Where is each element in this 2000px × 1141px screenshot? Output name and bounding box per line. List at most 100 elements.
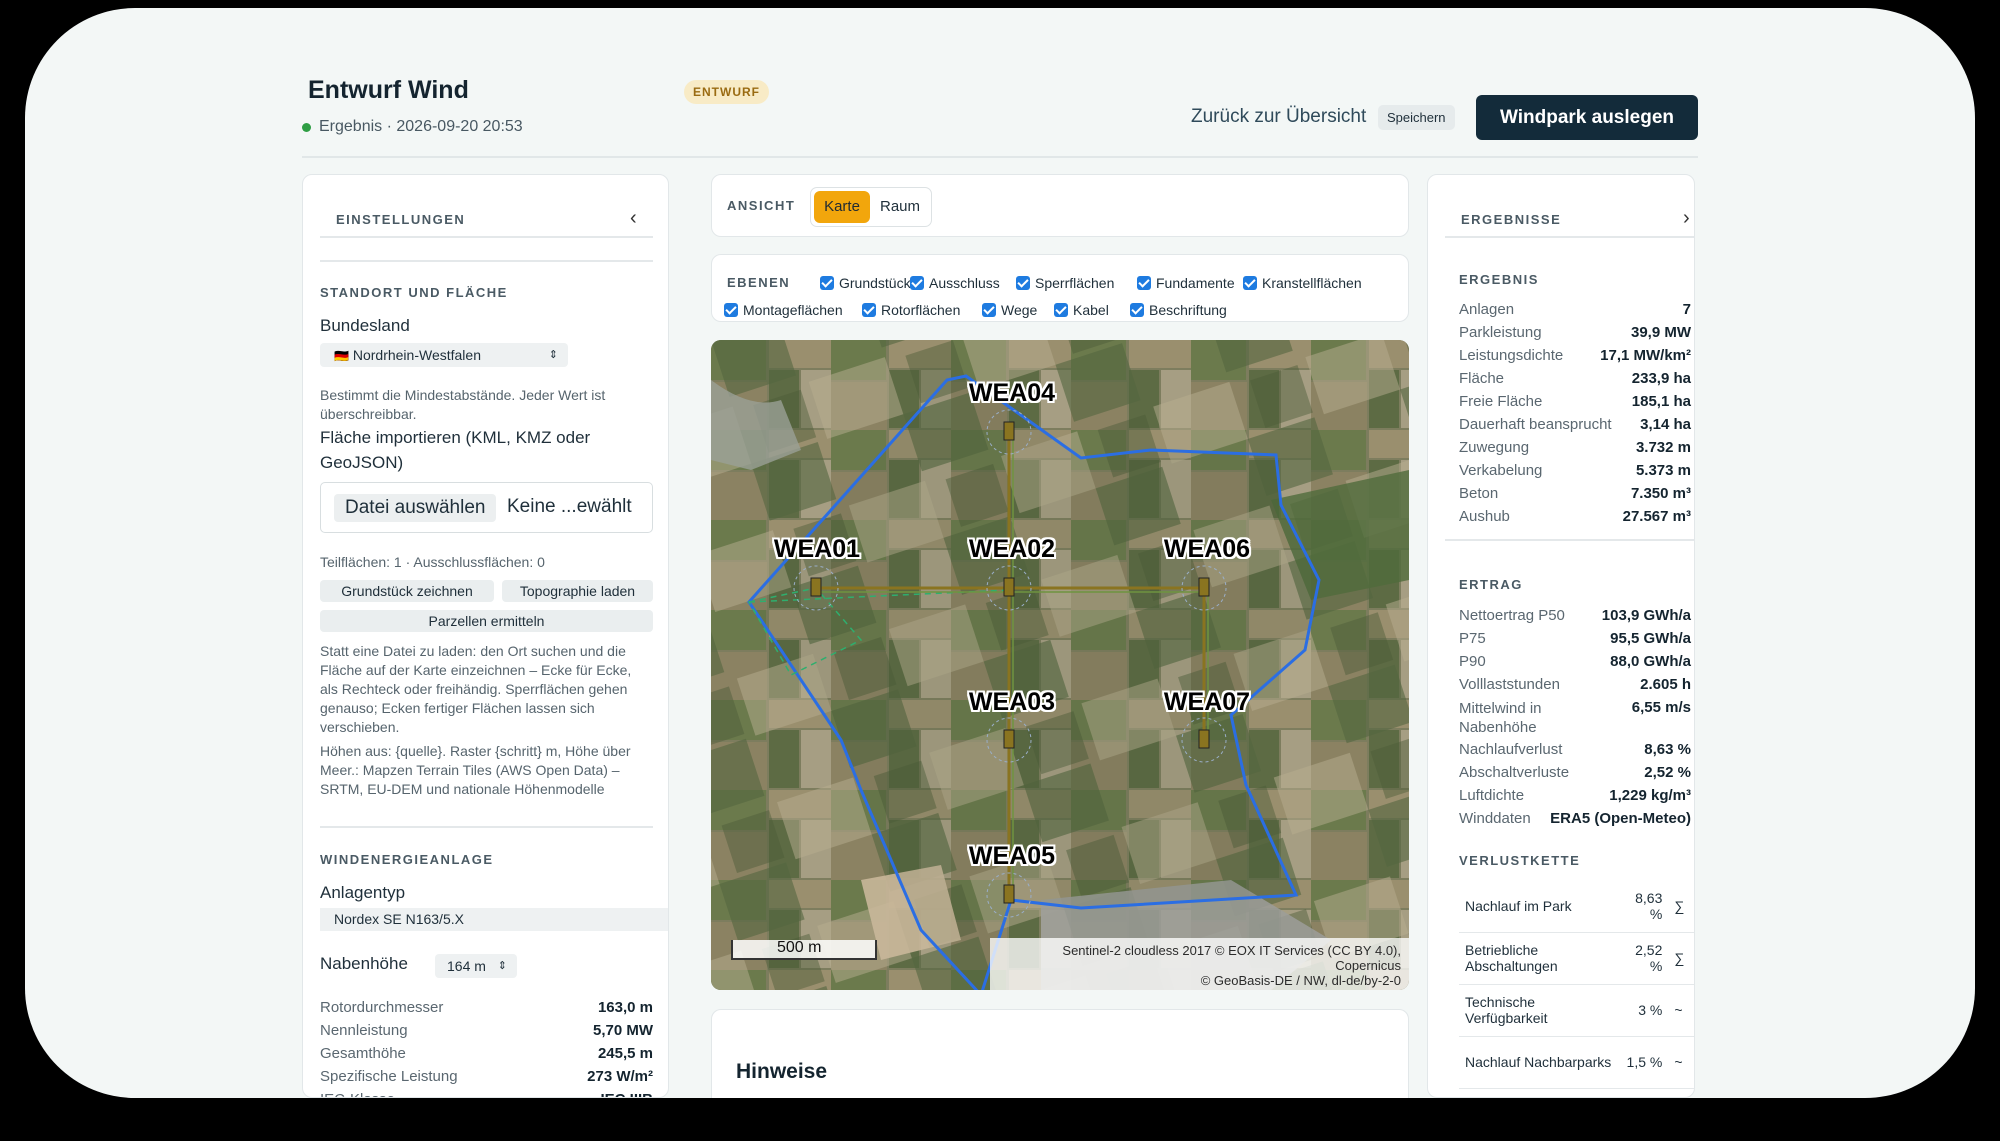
checkbox-checked-icon[interactable]	[1243, 276, 1257, 290]
result-key: Nettoertrag P50	[1459, 607, 1565, 624]
spec-row: Nennleistung 5,70 MW	[320, 1022, 653, 1039]
tab-room[interactable]: Raum	[873, 191, 927, 223]
map-view[interactable]: WEA04 WEA01 WEA02 WEA06 WEA03 WEA07 WEA0…	[711, 340, 1409, 990]
turbine-type-select[interactable]: Nordex SE N163/5.X	[320, 908, 668, 931]
layer-checkbox[interactable]: Kabel	[1054, 302, 1109, 318]
layer-checkbox[interactable]: Montageflächen	[724, 302, 843, 318]
result-row: Aushub 27.567 m³	[1459, 508, 1691, 525]
flag-icon: 🇩🇪	[334, 349, 349, 363]
result-row: P90 88,0 GWh/a	[1459, 653, 1691, 670]
layer-checkbox[interactable]: Ausschluss	[910, 275, 1000, 291]
checkbox-checked-icon[interactable]	[1137, 276, 1151, 290]
result-row: Parkleistung 39,9 MW	[1459, 324, 1691, 341]
result-row: Freie Fläche 185,1 ha	[1459, 393, 1691, 410]
checkbox-checked-icon[interactable]	[1130, 303, 1144, 317]
loss-row: Nachlauf im Park 8,63 % ∑	[1459, 880, 1694, 933]
layer-checkbox[interactable]: Grundstück	[820, 275, 911, 291]
loss-method-icon: ~	[1668, 1036, 1694, 1089]
loss-section-heading: VERLUSTKETTE	[1459, 853, 1581, 868]
find-parcels-button[interactable]: Parzellen ermitteln	[320, 610, 653, 632]
turbine-label[interactable]: WEA01	[774, 535, 860, 564]
result-row: Zuwegung 3.732 m	[1459, 439, 1691, 456]
layer-checkbox[interactable]: Sperrflächen	[1016, 275, 1114, 291]
scale-bar: 500 m	[731, 939, 877, 960]
layer-label: Wege	[1001, 302, 1038, 318]
result-row: Nachlaufverlust 8,63 %	[1459, 741, 1691, 758]
layer-label: Montageflächen	[743, 302, 843, 318]
spec-key: IEC-Klasse	[320, 1091, 395, 1097]
result-key: Leistungsdichte	[1459, 347, 1564, 364]
turbine-label[interactable]: WEA06	[1164, 535, 1250, 564]
turbine-label[interactable]: WEA07	[1164, 688, 1250, 717]
checkbox-checked-icon[interactable]	[1016, 276, 1030, 290]
result-value: 7.350 m³	[1630, 485, 1691, 502]
loss-value: 2,52 %	[1617, 932, 1669, 985]
status-text: Ergebnis · 2026-09-20 20:53	[319, 118, 523, 135]
result-value: 88,0 GWh/a	[1610, 653, 1691, 670]
hub-height-select[interactable]: 164 m ⇕	[435, 954, 517, 978]
spec-value: 163,0 m	[597, 999, 653, 1016]
height-hint: Höhen aus: {quelle}. Raster {schritt} m,…	[320, 743, 631, 797]
result-row: Volllaststunden 2.605 h	[1459, 676, 1691, 693]
layer-label: Kabel	[1073, 302, 1109, 318]
result-key: Freie Fläche	[1459, 393, 1543, 410]
spec-value: 245,5 m	[597, 1045, 653, 1062]
layer-checkbox[interactable]: Wege	[982, 302, 1037, 318]
back-to-overview-link[interactable]: Zurück zur Übersicht	[1191, 106, 1366, 128]
attribution-line: Sentinel-2 cloudless 2017 © EOX IT Servi…	[1062, 943, 1401, 973]
checkbox-checked-icon[interactable]	[820, 276, 834, 290]
area-counts: Teilflächen: 1 · Ausschlussflächen: 0	[320, 554, 545, 570]
layer-checkbox[interactable]: Beschriftung	[1130, 302, 1227, 318]
checkbox-checked-icon[interactable]	[982, 303, 996, 317]
layer-checkbox[interactable]: Rotorflächen	[862, 302, 960, 318]
turbine-label[interactable]: WEA04	[969, 379, 1055, 408]
attribution-line: © GeoBasis-DE / NW, dl-de/by-2-0	[1200, 973, 1401, 988]
expand-icon[interactable]: ›	[1683, 207, 1690, 230]
result-row: Winddaten ERA5 (Open-Meteo)	[1459, 810, 1691, 827]
layers-panel: EBENEN Grundstück Ausschluss Sperrflächen F…	[711, 254, 1409, 322]
spec-row: IEC-Klasse IEC IIIB	[320, 1091, 653, 1097]
result-row: Nettoertrag P50 103,9 GWh/a	[1459, 607, 1691, 624]
loss-value: 1,5 %	[1617, 1036, 1669, 1089]
state-label: Bundesland	[320, 316, 410, 335]
result-value: 233,9 ha	[1631, 370, 1691, 387]
layout-windpark-button[interactable]: Windpark auslegen	[1476, 95, 1698, 140]
result-key: Abschaltverluste	[1459, 764, 1570, 781]
turbine-section-heading: WINDENERGIEANLAGE	[320, 852, 494, 867]
result-value: 2.605 h	[1640, 676, 1691, 693]
collapse-icon[interactable]: ‹	[630, 207, 637, 230]
checkbox-checked-icon[interactable]	[862, 303, 876, 317]
result-section-heading: ERGEBNIS	[1459, 272, 1539, 287]
satellite-map[interactable]	[711, 340, 1409, 990]
loss-row: Nachlauf Nachbarparks 1,5 % ~	[1459, 1036, 1694, 1089]
result-value: 2,52 %	[1644, 764, 1691, 781]
loss-name: Betriebliche Abschaltungen	[1459, 932, 1618, 985]
checkbox-checked-icon[interactable]	[724, 303, 738, 317]
turbine-label[interactable]: WEA03	[969, 688, 1055, 717]
yield-section-heading: ERTRAG	[1459, 577, 1523, 592]
layer-label: Ausschluss	[929, 275, 1000, 291]
result-key: Aushub	[1459, 508, 1510, 525]
layer-label: Beschriftung	[1149, 302, 1227, 318]
result-row: Abschaltverluste 2,52 %	[1459, 764, 1691, 781]
turbine-label[interactable]: WEA02	[969, 535, 1055, 564]
load-topography-button[interactable]: Topographie laden	[502, 580, 653, 602]
result-value: 27.567 m³	[1622, 508, 1691, 525]
layer-checkbox[interactable]: Fundamente	[1137, 275, 1235, 291]
checkbox-checked-icon[interactable]	[910, 276, 924, 290]
result-key: Mittelwind in Nabenhöhe	[1459, 700, 1542, 736]
layer-checkbox[interactable]: Kranstellflächen	[1243, 275, 1362, 291]
tab-map[interactable]: Karte	[814, 191, 870, 223]
choose-file-button[interactable]: Datei auswählen	[334, 494, 497, 522]
turbine-label[interactable]: WEA05	[969, 842, 1055, 871]
file-input[interactable]: Datei auswählen Keine ...ewählt	[320, 482, 653, 533]
state-value: Nordrhein-Westfalen	[352, 347, 481, 363]
layer-label: Kranstellflächen	[1262, 275, 1362, 291]
loss-method-icon: ~	[1668, 984, 1694, 1037]
save-button[interactable]: Speichern	[1378, 105, 1455, 130]
draw-plot-button[interactable]: Grundstück zeichnen	[320, 580, 494, 602]
state-select[interactable]: 🇩🇪 Nordrhein-Westfalen ⇕	[320, 343, 568, 367]
checkbox-checked-icon[interactable]	[1054, 303, 1068, 317]
spec-key: Nennleistung	[320, 1022, 408, 1039]
status-line: Ergebnis · 2026-09-20 20:53	[302, 118, 523, 136]
